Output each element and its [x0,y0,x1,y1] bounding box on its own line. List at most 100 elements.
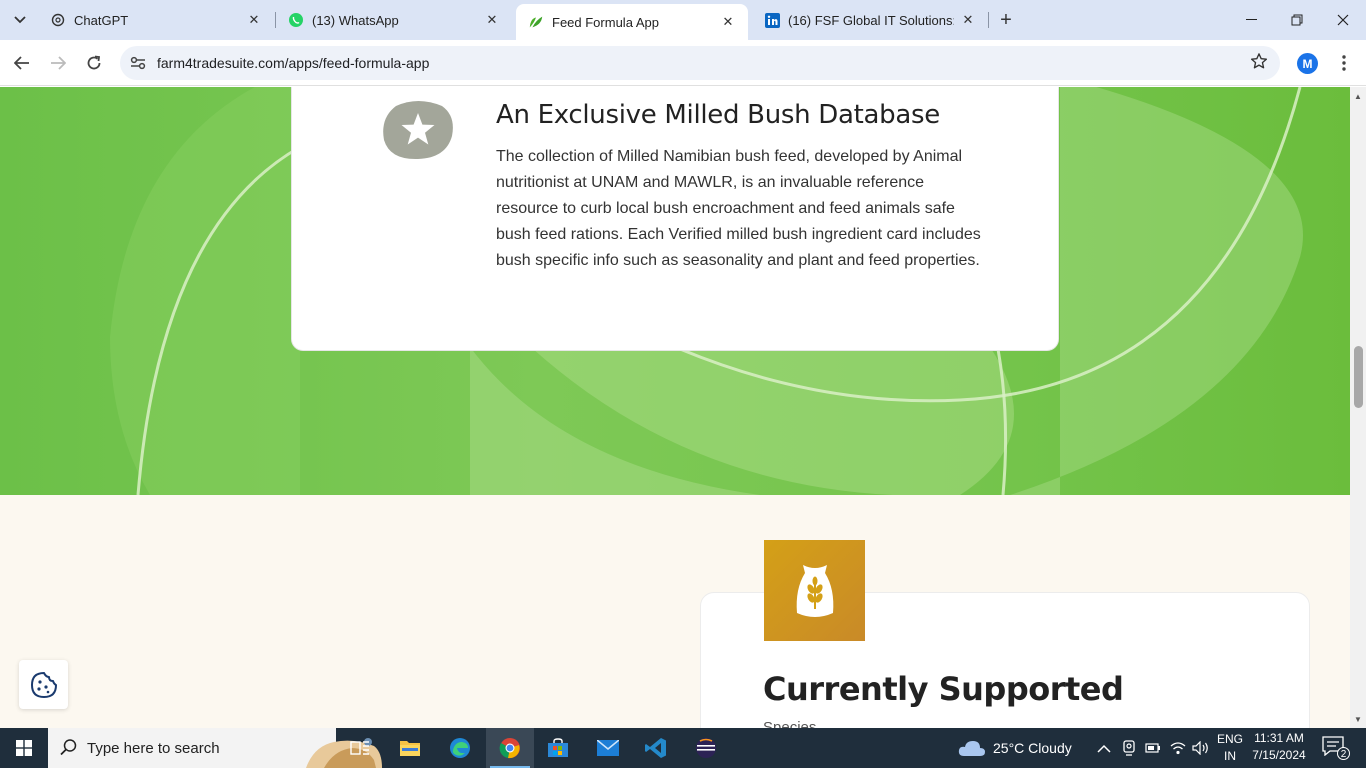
cookie-settings-button[interactable] [19,660,68,709]
close-icon[interactable]: ✕ [720,14,736,30]
tab-title: ChatGPT [74,12,129,28]
wifi-icon [1170,742,1186,755]
close-icon[interactable]: ✕ [484,12,500,28]
store-icon [548,738,568,757]
vscode-icon [645,738,666,758]
folder-icon [400,741,420,756]
feature-line: bush feed rations. Each Verified milled … [496,226,981,243]
tab-chatgpt[interactable]: ChatGPT ✕ [38,0,274,40]
back-button[interactable] [8,49,36,77]
new-tab-button[interactable]: + [994,8,1018,32]
task-view-icon [350,741,369,755]
cookie-icon [30,671,57,698]
feature-line: nutritionist at UNAM and MAWLR, is an in… [496,174,925,191]
feature-line: bush specific info such as seasonality a… [496,252,980,269]
windows-logo-icon [16,740,32,756]
task-view-button[interactable] [336,728,384,768]
taskbar-search[interactable]: Type here to search [48,728,382,768]
taskbar: Type here to search 25°C Cloudy ENG IN 1… [0,728,1366,768]
tab-whatsapp[interactable]: (13) WhatsApp ✕ [276,0,512,40]
browser-toolbar: farm4tradesuite.com/apps/feed-formula-ap… [0,40,1366,86]
tab-separator [988,12,989,28]
tab-feed-formula-app[interactable]: Feed Formula App ✕ [516,4,748,40]
linkedin-icon [764,12,780,28]
network-status[interactable] [1170,728,1186,768]
tab-linkedin[interactable]: (16) FSF Global IT Solutions: My ✕ [752,0,988,40]
volume-control[interactable] [1192,728,1210,768]
weather-text: 25°C Cloudy [993,740,1072,756]
chevron-down-icon [14,16,26,24]
browser-menu-icon[interactable] [1334,50,1354,76]
clock-date: 7/15/2024 [1252,748,1306,762]
tab-title: (16) FSF Global IT Solutions: My [788,12,954,28]
arrow-right-icon [51,56,66,70]
system-clock[interactable]: 11:31 AM 7/15/2024 [1240,730,1318,764]
close-icon [1337,14,1349,26]
eclipse-icon [696,738,716,758]
notification-count: 2 [1337,747,1350,760]
chevron-up-icon [1097,744,1111,753]
feature-title: An Exclusive Milled Bush Database [496,100,940,130]
tab-search-button[interactable] [8,8,32,32]
leaf-icon [528,14,544,30]
mail-button[interactable] [584,728,632,768]
reload-icon [87,55,101,70]
chrome-icon [499,738,520,759]
meet-now-button[interactable] [1122,728,1136,768]
close-icon[interactable]: ✕ [960,12,976,28]
star-icon [383,101,453,160]
edge-icon [450,738,470,758]
url-text[interactable]: farm4tradesuite.com/apps/feed-formula-ap… [157,55,429,71]
feature-line: resource to curb local bush encroachment… [496,200,955,217]
start-button[interactable] [0,728,48,768]
show-hidden-icons-button[interactable] [1097,728,1111,768]
restore-button[interactable] [1274,0,1320,40]
feed-bag-tile [764,540,865,641]
page-viewport: An Exclusive Milled Bush Database The co… [0,87,1350,728]
vscode-button[interactable] [632,728,680,768]
page-scrollbar[interactable]: ▲ ▼ [1350,87,1366,728]
speaker-icon [1192,741,1208,755]
address-bar[interactable]: farm4tradesuite.com/apps/feed-formula-ap… [120,46,1280,80]
openai-icon [50,12,66,28]
scroll-down-arrow-icon[interactable]: ▼ [1350,712,1366,726]
forward-button[interactable] [44,49,72,77]
weather-widget[interactable]: 25°C Cloudy [958,728,1072,768]
file-explorer-button[interactable] [386,728,434,768]
chrome-button[interactable] [486,728,534,768]
scroll-thumb[interactable] [1354,346,1363,408]
eclipse-button[interactable] [682,728,730,768]
arrow-left-icon [14,56,29,70]
cloud-icon [958,741,985,756]
scroll-up-arrow-icon[interactable]: ▲ [1350,89,1366,103]
webcam-icon [1123,740,1135,756]
battery-status[interactable] [1145,728,1161,768]
supported-subtitle: Species [763,719,817,728]
supported-title: Currently Supported [763,670,1124,708]
tab-title: Feed Formula App [552,14,659,30]
whatsapp-icon [288,12,304,28]
site-info-icon[interactable] [128,53,148,73]
close-icon[interactable]: ✕ [246,12,262,28]
close-window-button[interactable] [1320,0,1366,40]
battery-icon [1145,743,1160,753]
tab-title: (13) WhatsApp [312,12,399,28]
bookmark-star-icon[interactable] [1250,52,1268,75]
feature-line: The collection of Milled Namibian bush f… [496,148,963,165]
search-icon [60,738,78,761]
star-badge [382,100,454,160]
restore-icon [1291,14,1303,26]
minimize-button[interactable] [1228,0,1274,40]
notification-center-button[interactable]: 2 [1322,736,1350,760]
clock-time: 11:31 AM [1254,731,1304,745]
edge-button[interactable] [436,728,484,768]
search-placeholder: Type here to search [87,740,220,757]
minimize-icon [1245,19,1257,20]
microsoft-store-button[interactable] [534,728,582,768]
mail-icon [597,740,619,756]
reload-button[interactable] [80,49,108,77]
feed-bag-icon [796,564,833,617]
feature-description: The collection of Milled Namibian bush f… [496,144,996,274]
profile-avatar[interactable]: M [1297,53,1318,74]
tab-strip: ChatGPT ✕ (13) WhatsApp ✕ Feed Formula A… [0,0,1366,40]
